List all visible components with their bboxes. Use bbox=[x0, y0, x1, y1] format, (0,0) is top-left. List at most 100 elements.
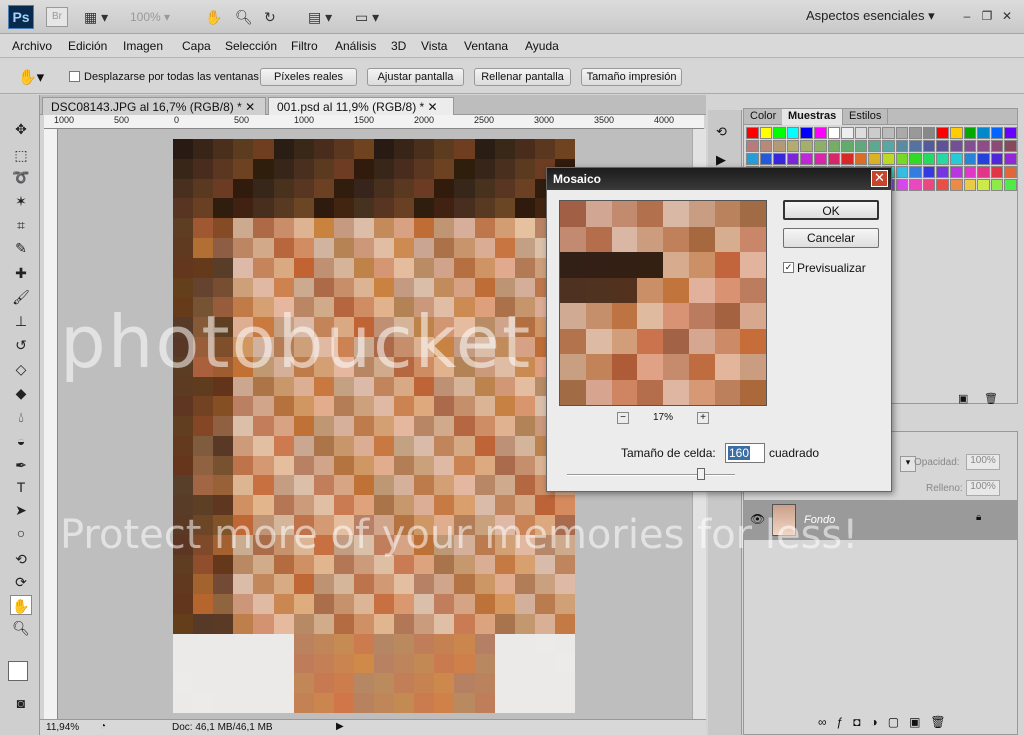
color-swatch[interactable] bbox=[786, 140, 800, 152]
color-swatch[interactable] bbox=[813, 127, 827, 139]
color-swatch[interactable] bbox=[909, 127, 922, 139]
color-swatch[interactable] bbox=[963, 140, 977, 152]
color-swatch[interactable] bbox=[746, 127, 759, 139]
print-size-button[interactable]: Tamaño impresión bbox=[581, 68, 682, 86]
color-swatch[interactable] bbox=[1004, 166, 1017, 178]
color-swatch[interactable] bbox=[854, 140, 868, 152]
history-panel-icon[interactable]: ⟲ bbox=[716, 124, 727, 140]
cell-size-slider-thumb[interactable] bbox=[697, 468, 705, 480]
magic-wand-icon[interactable]: ✶ bbox=[10, 191, 32, 211]
menu-seleccion[interactable]: Selección bbox=[225, 39, 277, 53]
color-swatch[interactable] bbox=[881, 153, 895, 165]
color-swatch[interactable] bbox=[827, 140, 841, 152]
minimize-icon[interactable]: – bbox=[958, 8, 976, 24]
color-swatch[interactable] bbox=[990, 166, 1004, 178]
eyedropper-icon[interactable]: ✎ bbox=[10, 238, 32, 258]
new-swatch-icon[interactable]: ▣ bbox=[958, 392, 968, 405]
foreground-color-swatch[interactable] bbox=[8, 661, 28, 681]
color-swatch[interactable] bbox=[1004, 179, 1017, 191]
path-selection-icon[interactable]: ➤ bbox=[10, 500, 32, 520]
color-swatch[interactable] bbox=[841, 140, 854, 152]
crop-tool-icon[interactable]: ⌗ bbox=[10, 215, 32, 235]
status-menu-arrow-icon[interactable]: ▶ bbox=[336, 721, 344, 732]
fill-screen-button[interactable]: Rellenar pantalla bbox=[474, 68, 571, 86]
color-swatch[interactable] bbox=[936, 179, 949, 191]
color-swatch[interactable] bbox=[759, 127, 773, 139]
color-swatch[interactable] bbox=[773, 153, 786, 165]
brush-tool-icon[interactable]: 🖌︎ bbox=[10, 287, 32, 307]
color-swatch[interactable] bbox=[909, 140, 922, 152]
color-swatch[interactable] bbox=[881, 140, 895, 152]
color-swatch[interactable] bbox=[949, 127, 963, 139]
color-swatch[interactable] bbox=[895, 179, 909, 191]
fill-input[interactable]: 100% bbox=[966, 480, 1000, 496]
actual-pixels-button[interactable]: Píxeles reales bbox=[260, 68, 357, 86]
color-swatch[interactable] bbox=[786, 127, 800, 139]
color-swatch[interactable] bbox=[800, 140, 813, 152]
menu-capa[interactable]: Capa bbox=[182, 39, 211, 53]
tab-color[interactable]: Color bbox=[744, 109, 784, 125]
zoom-tool-icon[interactable]: 🔍︎ bbox=[10, 618, 32, 638]
color-swatch[interactable] bbox=[909, 153, 922, 165]
color-swatch[interactable] bbox=[949, 166, 963, 178]
color-swatch[interactable] bbox=[977, 153, 990, 165]
bridge-button[interactable]: Br bbox=[46, 7, 68, 27]
color-swatch[interactable] bbox=[936, 153, 949, 165]
cancel-button[interactable]: Cancelar bbox=[783, 228, 879, 248]
zoom-icon[interactable]: 🔍︎ bbox=[235, 8, 253, 26]
preview-checkbox[interactable]: ✓ bbox=[783, 262, 794, 273]
menu-archivo[interactable]: Archivo bbox=[12, 39, 52, 53]
status-info-icon[interactable]: ◔ bbox=[100, 721, 106, 732]
color-swatch[interactable] bbox=[963, 166, 977, 178]
color-swatch[interactable] bbox=[868, 127, 881, 139]
color-swatch[interactable] bbox=[881, 127, 895, 139]
hand-tool-preset-icon[interactable]: ✋▾ bbox=[18, 68, 44, 86]
move-tool-icon[interactable]: ✥ bbox=[10, 119, 32, 139]
ok-button[interactable]: OK bbox=[783, 200, 879, 220]
color-swatch[interactable] bbox=[773, 127, 786, 139]
color-swatch[interactable] bbox=[949, 140, 963, 152]
tab-swatches[interactable]: Muestras bbox=[782, 109, 844, 125]
color-swatch[interactable] bbox=[922, 127, 936, 139]
color-swatch[interactable] bbox=[963, 153, 977, 165]
color-swatch[interactable] bbox=[746, 140, 759, 152]
delete-swatch-icon[interactable]: 🗑︎ bbox=[984, 392, 998, 405]
actions-panel-icon[interactable]: ▶ bbox=[716, 152, 726, 168]
menu-vista[interactable]: Vista bbox=[421, 39, 447, 53]
color-swatch[interactable] bbox=[759, 140, 773, 152]
clone-stamp-icon[interactable]: ⊥ bbox=[10, 311, 32, 331]
zoom-readout[interactable]: 11,94% bbox=[46, 722, 79, 733]
color-swatch[interactable] bbox=[990, 179, 1004, 191]
hand-icon[interactable]: ✋ bbox=[205, 8, 222, 26]
color-swatch[interactable] bbox=[949, 179, 963, 191]
fit-screen-button[interactable]: Ajustar pantalla bbox=[367, 68, 464, 86]
color-swatch[interactable] bbox=[922, 166, 936, 178]
color-swatch[interactable] bbox=[895, 153, 909, 165]
color-swatch[interactable] bbox=[936, 166, 949, 178]
color-swatch[interactable] bbox=[786, 153, 800, 165]
close-icon[interactable]: ✕ bbox=[998, 8, 1016, 24]
cell-size-input[interactable]: 160 bbox=[725, 443, 765, 463]
color-swatch[interactable] bbox=[990, 127, 1004, 139]
color-swatch[interactable] bbox=[1004, 153, 1017, 165]
color-swatch[interactable] bbox=[1004, 140, 1017, 152]
menu-3d[interactable]: 3D bbox=[391, 39, 406, 53]
pen-tool-icon[interactable]: ✒ bbox=[10, 455, 32, 475]
marquee-tool-icon[interactable]: ⬚ bbox=[10, 145, 32, 165]
color-swatch[interactable] bbox=[800, 127, 813, 139]
color-swatch[interactable] bbox=[963, 127, 977, 139]
color-swatch[interactable] bbox=[936, 140, 949, 152]
film-strip-icon[interactable]: ▦ ▾ bbox=[84, 8, 108, 26]
zoom-in-icon[interactable]: + bbox=[697, 412, 709, 424]
lasso-tool-icon[interactable]: ➰ bbox=[10, 167, 32, 187]
color-swatch[interactable] bbox=[895, 166, 909, 178]
color-swatch[interactable] bbox=[922, 153, 936, 165]
scroll-all-windows-checkbox[interactable] bbox=[69, 71, 80, 82]
color-swatch[interactable] bbox=[746, 153, 759, 165]
menu-edicion[interactable]: Edición bbox=[68, 39, 107, 53]
color-swatch[interactable] bbox=[854, 153, 868, 165]
rotate-view-icon[interactable]: ↻ bbox=[264, 8, 276, 26]
color-swatch[interactable] bbox=[813, 140, 827, 152]
color-swatch[interactable] bbox=[977, 179, 990, 191]
color-swatch[interactable] bbox=[841, 153, 854, 165]
